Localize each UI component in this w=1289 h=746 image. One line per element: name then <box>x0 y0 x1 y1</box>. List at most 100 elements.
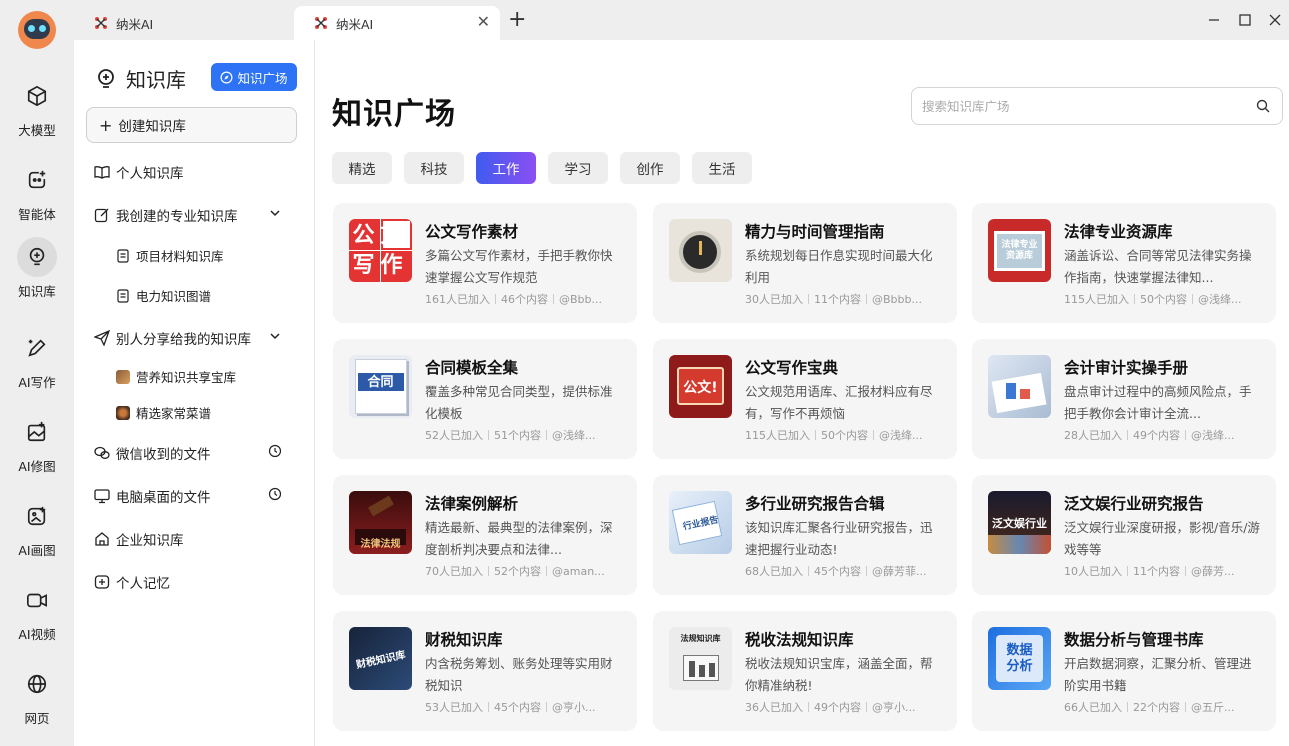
minimize-icon[interactable] <box>1204 10 1224 30</box>
card-title: 法律专业资源库 <box>1064 223 1173 241</box>
knowledge-card[interactable]: 公文写作 公文写作素材 多篇公文写作素材，手把手教你快速掌握公文写作规范 161… <box>333 203 637 323</box>
sidebar-item-label: 企业知识库 <box>116 533 184 549</box>
page-title: 知识广场 <box>332 97 456 132</box>
sidebar-item-wechat[interactable]: 微信收到的文件 <box>94 443 294 463</box>
sidebar-item-shared[interactable]: 别人分享给我的知识库 <box>94 328 294 348</box>
sidebar-subitem[interactable]: 精选家常菜谱 <box>116 403 211 422</box>
rail-label: 大模型 <box>18 123 56 138</box>
card-meta: 53人已加入 45个内容 @亨小... <box>425 701 596 714</box>
knowledge-card[interactable]: 法律专业资源库 法律专业资源库 涵盖诉讼、合同等常见法律实务操作指南，快速掌握法… <box>972 203 1276 323</box>
browser-tab[interactable]: 纳米AI <box>74 6 290 40</box>
rail-item-web[interactable]: 网页 <box>0 664 74 728</box>
chevron-down-icon[interactable] <box>268 329 282 343</box>
close-icon[interactable]: ✕ <box>477 14 490 30</box>
knowledge-card[interactable]: 法规知识库 税收法规知识库 税收法规知识宝库，涵盖全面，帮你精准纳税! 36人已… <box>653 611 957 731</box>
new-tab-plus-icon[interactable]: + <box>508 7 526 32</box>
category-chip-active[interactable]: 工作 <box>476 152 536 184</box>
rail-item-ai-video[interactable]: AI视频 <box>0 580 74 644</box>
knowledge-card[interactable]: 精力与时间管理指南 系统规划每日作息实现时间最大化利用 30人已加入 11个内容 @… <box>653 203 957 323</box>
home-icon <box>95 532 109 546</box>
rail-item-knowledge[interactable]: 知识库 <box>0 237 74 301</box>
knowledge-card[interactable]: 法律法规 法律案例解析 精选最新、最典型的法律案例，深度剖析判决要点和法律...… <box>333 475 637 595</box>
knowledge-card[interactable]: 会计审计实操手册 盘点审计过程中的高频风险点，手把手教你会计审计全流... 28… <box>972 339 1276 459</box>
search-input[interactable] <box>922 97 1242 117</box>
rail-label: 网页 <box>24 711 50 726</box>
card-title: 公文写作宝典 <box>745 359 839 377</box>
rail-label: AI画图 <box>18 543 56 558</box>
tab-bar: 纳米AI 纳米AI ✕ + <box>74 0 1289 40</box>
sidebar-subitem[interactable]: 电力知识图谱 <box>116 286 211 305</box>
nami-logo-icon <box>314 16 328 30</box>
cover-text: 合同 <box>367 375 394 390</box>
plus-icon: + <box>99 115 113 135</box>
rail-label: 智能体 <box>18 207 56 222</box>
chevron-down-icon[interactable] <box>268 206 282 220</box>
card-description: 税收法规知识宝库，涵盖全面，帮你精准纳税! <box>745 656 933 693</box>
category-chip[interactable]: 创作 <box>620 152 680 184</box>
sidebar-subitem[interactable]: 营养知识共享宝库 <box>116 367 236 386</box>
cover-text: 法规知识库 <box>680 634 721 643</box>
search-box[interactable] <box>911 87 1283 125</box>
create-knowledge-base-button[interactable]: + 创建知识库 <box>86 107 297 143</box>
knowledge-card[interactable]: 合同 合同模板全集 覆盖多种常见合同类型，提供标准化模板 52人已加入 51个内容… <box>333 339 637 459</box>
knowledge-card[interactable]: 数据分析 数据分析与管理书库 开启数据洞察，汇聚分析、管理进阶实用书籍 66人已… <box>972 611 1276 731</box>
card-cover: 财税知识库 <box>349 627 412 690</box>
doc-icon <box>117 248 129 263</box>
card-description: 多篇公文写作素材，手把手教你快速掌握公文写作规范 <box>425 248 613 285</box>
image-edit-icon <box>17 412 57 452</box>
browser-tab-active[interactable]: 纳米AI ✕ <box>294 6 500 40</box>
rail-item-ai-retouch[interactable]: AI修图 <box>0 412 74 476</box>
category-chip[interactable]: 科技 <box>404 152 464 184</box>
knowledge-card[interactable]: 泛文娱行业 泛文娱行业研究报告 泛文娱行业深度研报，影视/音乐/游戏等等 10人… <box>972 475 1276 595</box>
rail-item-ai-writing[interactable]: AI写作 <box>0 328 74 392</box>
card-meta: 161人已加入 46个内容 @Bbb... <box>425 293 603 306</box>
sidebar-subitem[interactable]: 项目材料知识库 <box>116 246 224 265</box>
card-meta: 30人已加入 11个内容 @Bbbb... <box>745 293 922 306</box>
cover-text: 行业报告 <box>682 515 720 533</box>
app-logo-icon[interactable] <box>18 11 56 49</box>
sidebar-item-my-created[interactable]: 我创建的专业知识库 <box>94 205 294 225</box>
tab-label: 纳米AI <box>336 16 374 32</box>
category-chip[interactable]: 学习 <box>548 152 608 184</box>
sidebar-item-desktop[interactable]: 电脑桌面的文件 <box>94 486 294 506</box>
sidebar-title-text: 知识库 <box>126 68 186 92</box>
knowledge-card[interactable]: 行业报告 多行业研究报告合辑 该知识库汇聚各行业研究报告，迅速把握行业动态! 6… <box>653 475 957 595</box>
memory-icon <box>94 575 110 589</box>
rail-item-ai-paint[interactable]: AI画图 <box>0 496 74 560</box>
window-close-icon[interactable] <box>1265 10 1285 30</box>
card-cover: 法律专业资源库 <box>988 219 1051 282</box>
card-meta: 115人已加入 50个内容 @浅绛... <box>745 429 923 442</box>
card-cover <box>669 219 732 282</box>
paint-icon <box>17 496 57 536</box>
card-title: 数据分析与管理书库 <box>1064 631 1204 649</box>
sidebar-item-memory[interactable]: 个人记忆 <box>94 572 294 592</box>
knowledge-card[interactable]: 财税知识库 财税知识库 内含税务筹划、账务处理等实用财税知识 53人已加入 45个… <box>333 611 637 731</box>
knowledge-card[interactable]: 公文! 公文写作宝典 公文规范用语库、汇报材料应有尽有，写作不再烦恼 115人已… <box>653 339 957 459</box>
sidebar-item-personal[interactable]: 个人知识库 <box>94 162 294 182</box>
card-cover: 数据分析 <box>988 627 1051 690</box>
card-meta: 10人已加入 11个内容 @薛芳... <box>1064 565 1235 578</box>
knowledge-plaza-button[interactable]: 知识广场 <box>211 63 297 91</box>
rail-item-agents[interactable]: 智能体 <box>0 160 74 224</box>
card-cover: 行业报告 <box>669 491 732 554</box>
knowledge-plaza-label: 知识广场 <box>237 70 288 86</box>
sidebar-item-label: 个人知识库 <box>116 166 184 182</box>
sidebar-subitem-label: 精选家常菜谱 <box>136 406 212 421</box>
category-chip[interactable]: 生活 <box>692 152 752 184</box>
history-icon[interactable] <box>268 487 282 501</box>
maximize-icon[interactable] <box>1235 10 1255 30</box>
search-icon[interactable] <box>1256 99 1270 113</box>
card-description: 该知识库汇聚各行业研究报告，迅速把握行业动态! <box>745 520 933 557</box>
sidebar-item-enterprise[interactable]: 企业知识库 <box>94 529 294 549</box>
rail-item-models[interactable]: 大模型 <box>0 76 74 140</box>
card-title: 多行业研究报告合辑 <box>745 495 885 513</box>
bulb-icon <box>98 68 114 88</box>
card-title: 泛文娱行业研究报告 <box>1064 495 1204 513</box>
card-cover: 公文写作 <box>349 219 412 282</box>
rail-label: AI修图 <box>18 459 56 474</box>
history-icon[interactable] <box>268 444 282 458</box>
doc-icon <box>117 288 129 303</box>
category-chip[interactable]: 精选 <box>332 152 392 184</box>
card-cover: 公文! <box>669 355 732 418</box>
cover-text: 法律专业资源库 <box>1001 239 1038 261</box>
